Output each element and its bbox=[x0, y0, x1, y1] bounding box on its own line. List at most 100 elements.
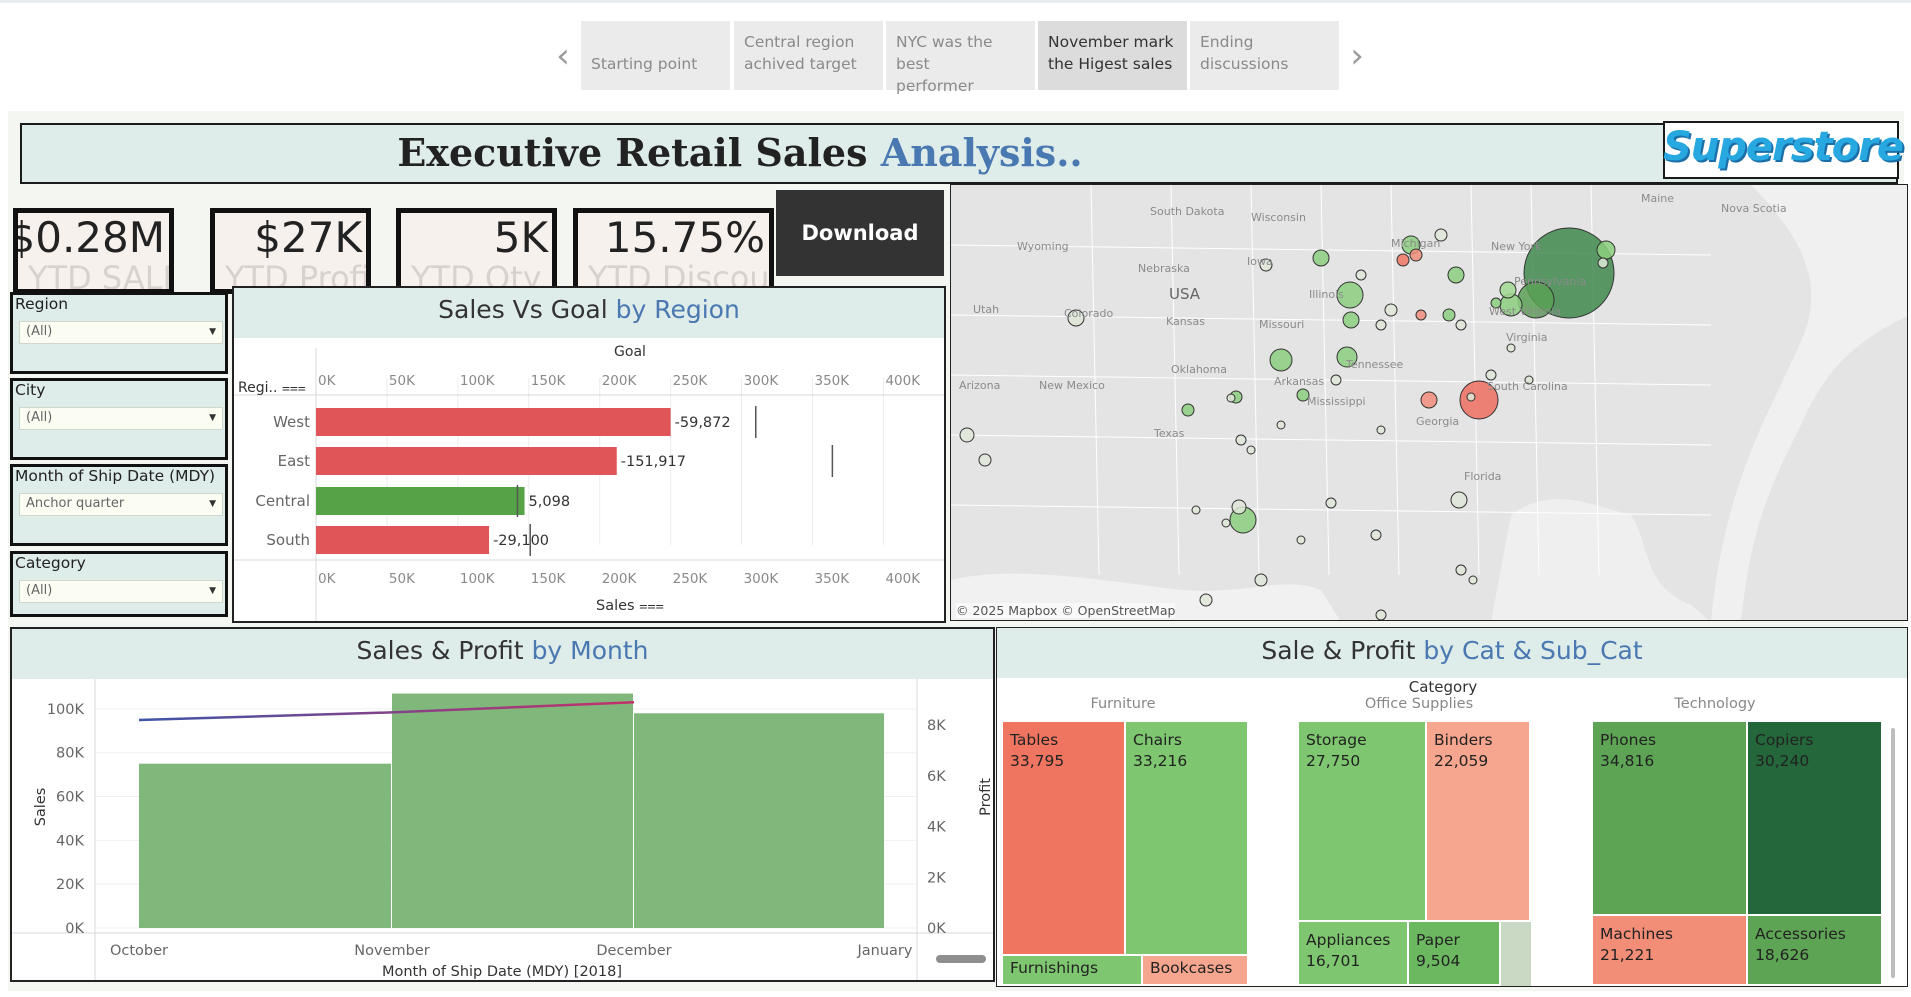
story-point-label: Starting point bbox=[591, 55, 698, 73]
sales-bar bbox=[316, 526, 490, 554]
story-point-tab[interactable]: Ending discussions bbox=[1190, 21, 1339, 90]
treemap-cell-value: 16,701 bbox=[1306, 952, 1361, 970]
story-prev-arrow-icon[interactable]: ‹ bbox=[548, 36, 578, 76]
city-bubble bbox=[1370, 529, 1382, 541]
city-bubble bbox=[1226, 393, 1236, 403]
y-axis-title: Sales bbox=[33, 788, 49, 827]
sales-map[interactable]: Maine Nova Scotia South Dakota Wisconsin Mic… bbox=[950, 184, 1908, 621]
chevron-down-icon: ▼ bbox=[209, 327, 216, 337]
treemap-cell-name: Chairs bbox=[1133, 731, 1182, 749]
title-accent: by Cat & Sub_Cat bbox=[1423, 636, 1643, 665]
bottom-tick-label: 150K bbox=[531, 571, 567, 587]
map-region-label: Missouri bbox=[1259, 318, 1305, 331]
chevron-down-icon: ▼ bbox=[209, 499, 216, 509]
y-tick-label: 40K bbox=[56, 833, 84, 849]
treemap-cell[interactable]: Phones 34,816 bbox=[1593, 722, 1748, 916]
y-tick-label: 100K bbox=[47, 702, 85, 718]
treemap-cell[interactable]: Tables 33,795 bbox=[1003, 722, 1126, 956]
panel-title: Sales & Profit by Month bbox=[12, 629, 993, 679]
story-point-label bbox=[591, 31, 720, 53]
y2-tick-label: 6K bbox=[927, 769, 946, 785]
city-bubble bbox=[1485, 369, 1497, 381]
city-bubble bbox=[1442, 308, 1456, 322]
treemap-cell-name: Tables bbox=[1010, 731, 1059, 749]
bottom-tick-label: 300K bbox=[744, 571, 780, 587]
story-point-tab[interactable]: Starting point bbox=[581, 21, 730, 90]
map-attribution: © 2025 Mapbox © OpenStreetMap bbox=[956, 603, 1176, 618]
map-region-label: Nebraska bbox=[1138, 262, 1190, 275]
treemap-header: Category bbox=[1408, 678, 1478, 696]
filter-label: Region bbox=[15, 295, 69, 313]
city-bubble bbox=[1466, 392, 1476, 402]
sales-bar bbox=[392, 693, 633, 928]
city-bubble bbox=[1199, 593, 1213, 607]
treemap-cell[interactable]: Copiers 30,240 bbox=[1748, 722, 1883, 916]
map-region-label: Florida bbox=[1464, 470, 1502, 483]
treemap-filler bbox=[1501, 922, 1531, 986]
map-region-label: Maine bbox=[1641, 192, 1675, 205]
treemap-cell[interactable]: Paper 9,504 bbox=[1409, 922, 1501, 986]
bottom-tick-label: 100K bbox=[460, 571, 496, 587]
sales-bar bbox=[634, 713, 884, 928]
sales-bar bbox=[316, 408, 671, 436]
kpi-card-profit: $27K YTD Profit bbox=[210, 208, 371, 294]
city-bubble bbox=[1450, 491, 1468, 509]
city-bubble bbox=[1231, 499, 1247, 515]
treemap-cell[interactable]: Chairs 33,216 bbox=[1126, 722, 1249, 956]
city-bubble bbox=[1276, 420, 1286, 430]
map-region-label: USA bbox=[1169, 285, 1201, 303]
treemap-cell[interactable]: Bookcases bbox=[1143, 956, 1249, 986]
ship-month-dropdown[interactable]: Anchor quarter ▼ bbox=[19, 493, 223, 516]
treemap-cell[interactable]: Binders 22,059 bbox=[1427, 722, 1531, 922]
kpi-label: YTD SALES bbox=[28, 259, 169, 294]
top-tick-label: 350K bbox=[815, 373, 851, 389]
map-region-label: Colorado bbox=[1064, 307, 1114, 320]
treemap-cell[interactable]: Machines 21,221 bbox=[1593, 916, 1748, 986]
treemap-cell[interactable]: Appliances 16,701 bbox=[1299, 922, 1409, 986]
map-region-label: Arkansas bbox=[1274, 375, 1325, 388]
city-dropdown[interactable]: (All) ▼ bbox=[19, 407, 223, 430]
map-region-label: Pennsylvania bbox=[1514, 275, 1587, 288]
variance-label: -59,872 bbox=[675, 415, 731, 431]
city-bubble bbox=[1455, 319, 1467, 331]
story-point-label: Central region bbox=[744, 33, 855, 51]
treemap-cell[interactable]: Furnishings bbox=[1003, 956, 1143, 986]
city-bubble bbox=[1384, 303, 1398, 317]
treemap-cell[interactable]: Storage 27,750 bbox=[1299, 722, 1427, 922]
city-bubble bbox=[1191, 505, 1201, 515]
download-pdf-button[interactable]: Download PDF bbox=[776, 190, 944, 331]
city-bubble bbox=[1221, 518, 1231, 528]
map-region-label: Tennessee bbox=[1346, 358, 1404, 371]
x-tick-label: November bbox=[354, 943, 429, 959]
story-point-label: the Higest sales bbox=[1048, 55, 1173, 73]
city-bubble bbox=[1312, 249, 1330, 267]
kpi-value: 5K bbox=[493, 213, 548, 262]
city-bubble bbox=[1420, 391, 1438, 409]
treemap-cell-value: 21,221 bbox=[1600, 946, 1655, 964]
treemap-cell-value: 9,504 bbox=[1416, 952, 1461, 970]
category-dropdown[interactable]: (All) ▼ bbox=[19, 580, 223, 603]
bottom-tick-label: 50K bbox=[389, 571, 416, 587]
story-point-tab[interactable]: NYC was the best performer bbox=[886, 21, 1035, 95]
story-next-arrow-icon[interactable]: › bbox=[1342, 36, 1372, 76]
title-main: Sales Vs Goal bbox=[438, 295, 616, 324]
bottom-tick-label: 400K bbox=[885, 571, 921, 587]
treemap-area: Category Furniture Office Supplies Technol… bbox=[1003, 678, 1883, 986]
city-bubble bbox=[1376, 425, 1386, 435]
treemap-cell-value: 27,750 bbox=[1306, 752, 1361, 770]
scrollbar[interactable] bbox=[1891, 728, 1895, 978]
bottom-tick-label: 250K bbox=[673, 571, 709, 587]
y2-tick-label: 4K bbox=[927, 820, 946, 836]
story-point-tab[interactable]: Central region achived target bbox=[734, 21, 883, 90]
treemap-cell[interactable]: Accessories 18,626 bbox=[1748, 916, 1883, 986]
story-point-tab[interactable]: November mark the Higest sales bbox=[1038, 21, 1187, 90]
y2-axis-title: Profit bbox=[978, 778, 993, 816]
top-tick-label: 200K bbox=[602, 373, 638, 389]
city-bubble bbox=[1235, 434, 1247, 446]
story-point-label: NYC was the best bbox=[896, 33, 993, 73]
region-label: South bbox=[266, 531, 310, 549]
region-dropdown[interactable]: (All) ▼ bbox=[19, 321, 223, 344]
city-bubble bbox=[959, 427, 975, 443]
map-region-label: New York bbox=[1491, 240, 1542, 253]
story-point-label: November mark bbox=[1048, 33, 1174, 51]
